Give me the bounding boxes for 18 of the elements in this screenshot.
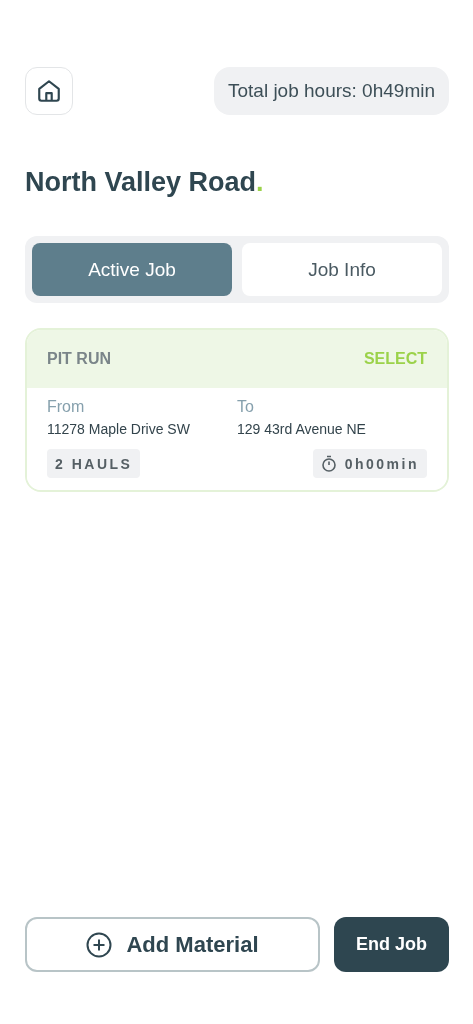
material-name: PIT RUN	[47, 350, 111, 368]
stopwatch-icon	[320, 455, 337, 472]
to-address: 129 43rd Avenue NE	[237, 421, 367, 437]
add-material-button[interactable]: Add Material	[25, 917, 320, 972]
time-value: 0h00min	[344, 455, 419, 472]
end-job-button[interactable]: End Job	[334, 917, 449, 972]
home-button[interactable]	[25, 67, 73, 115]
tab[interactable]: Active Job	[32, 243, 232, 296]
from-label: From	[47, 398, 86, 416]
home-icon	[36, 78, 62, 104]
title-dot: .	[256, 167, 264, 198]
hauls-badge: 2 HAULS	[47, 449, 141, 478]
to-label: To	[237, 398, 255, 416]
plus-circle-icon	[86, 931, 113, 958]
total-hours-label: Total job hours: 0h49min	[214, 67, 449, 115]
job-title: North Valley Road	[25, 167, 257, 198]
from-address: 11278 Maple Drive SW	[47, 421, 191, 437]
tab[interactable]: Job Info	[242, 243, 442, 296]
